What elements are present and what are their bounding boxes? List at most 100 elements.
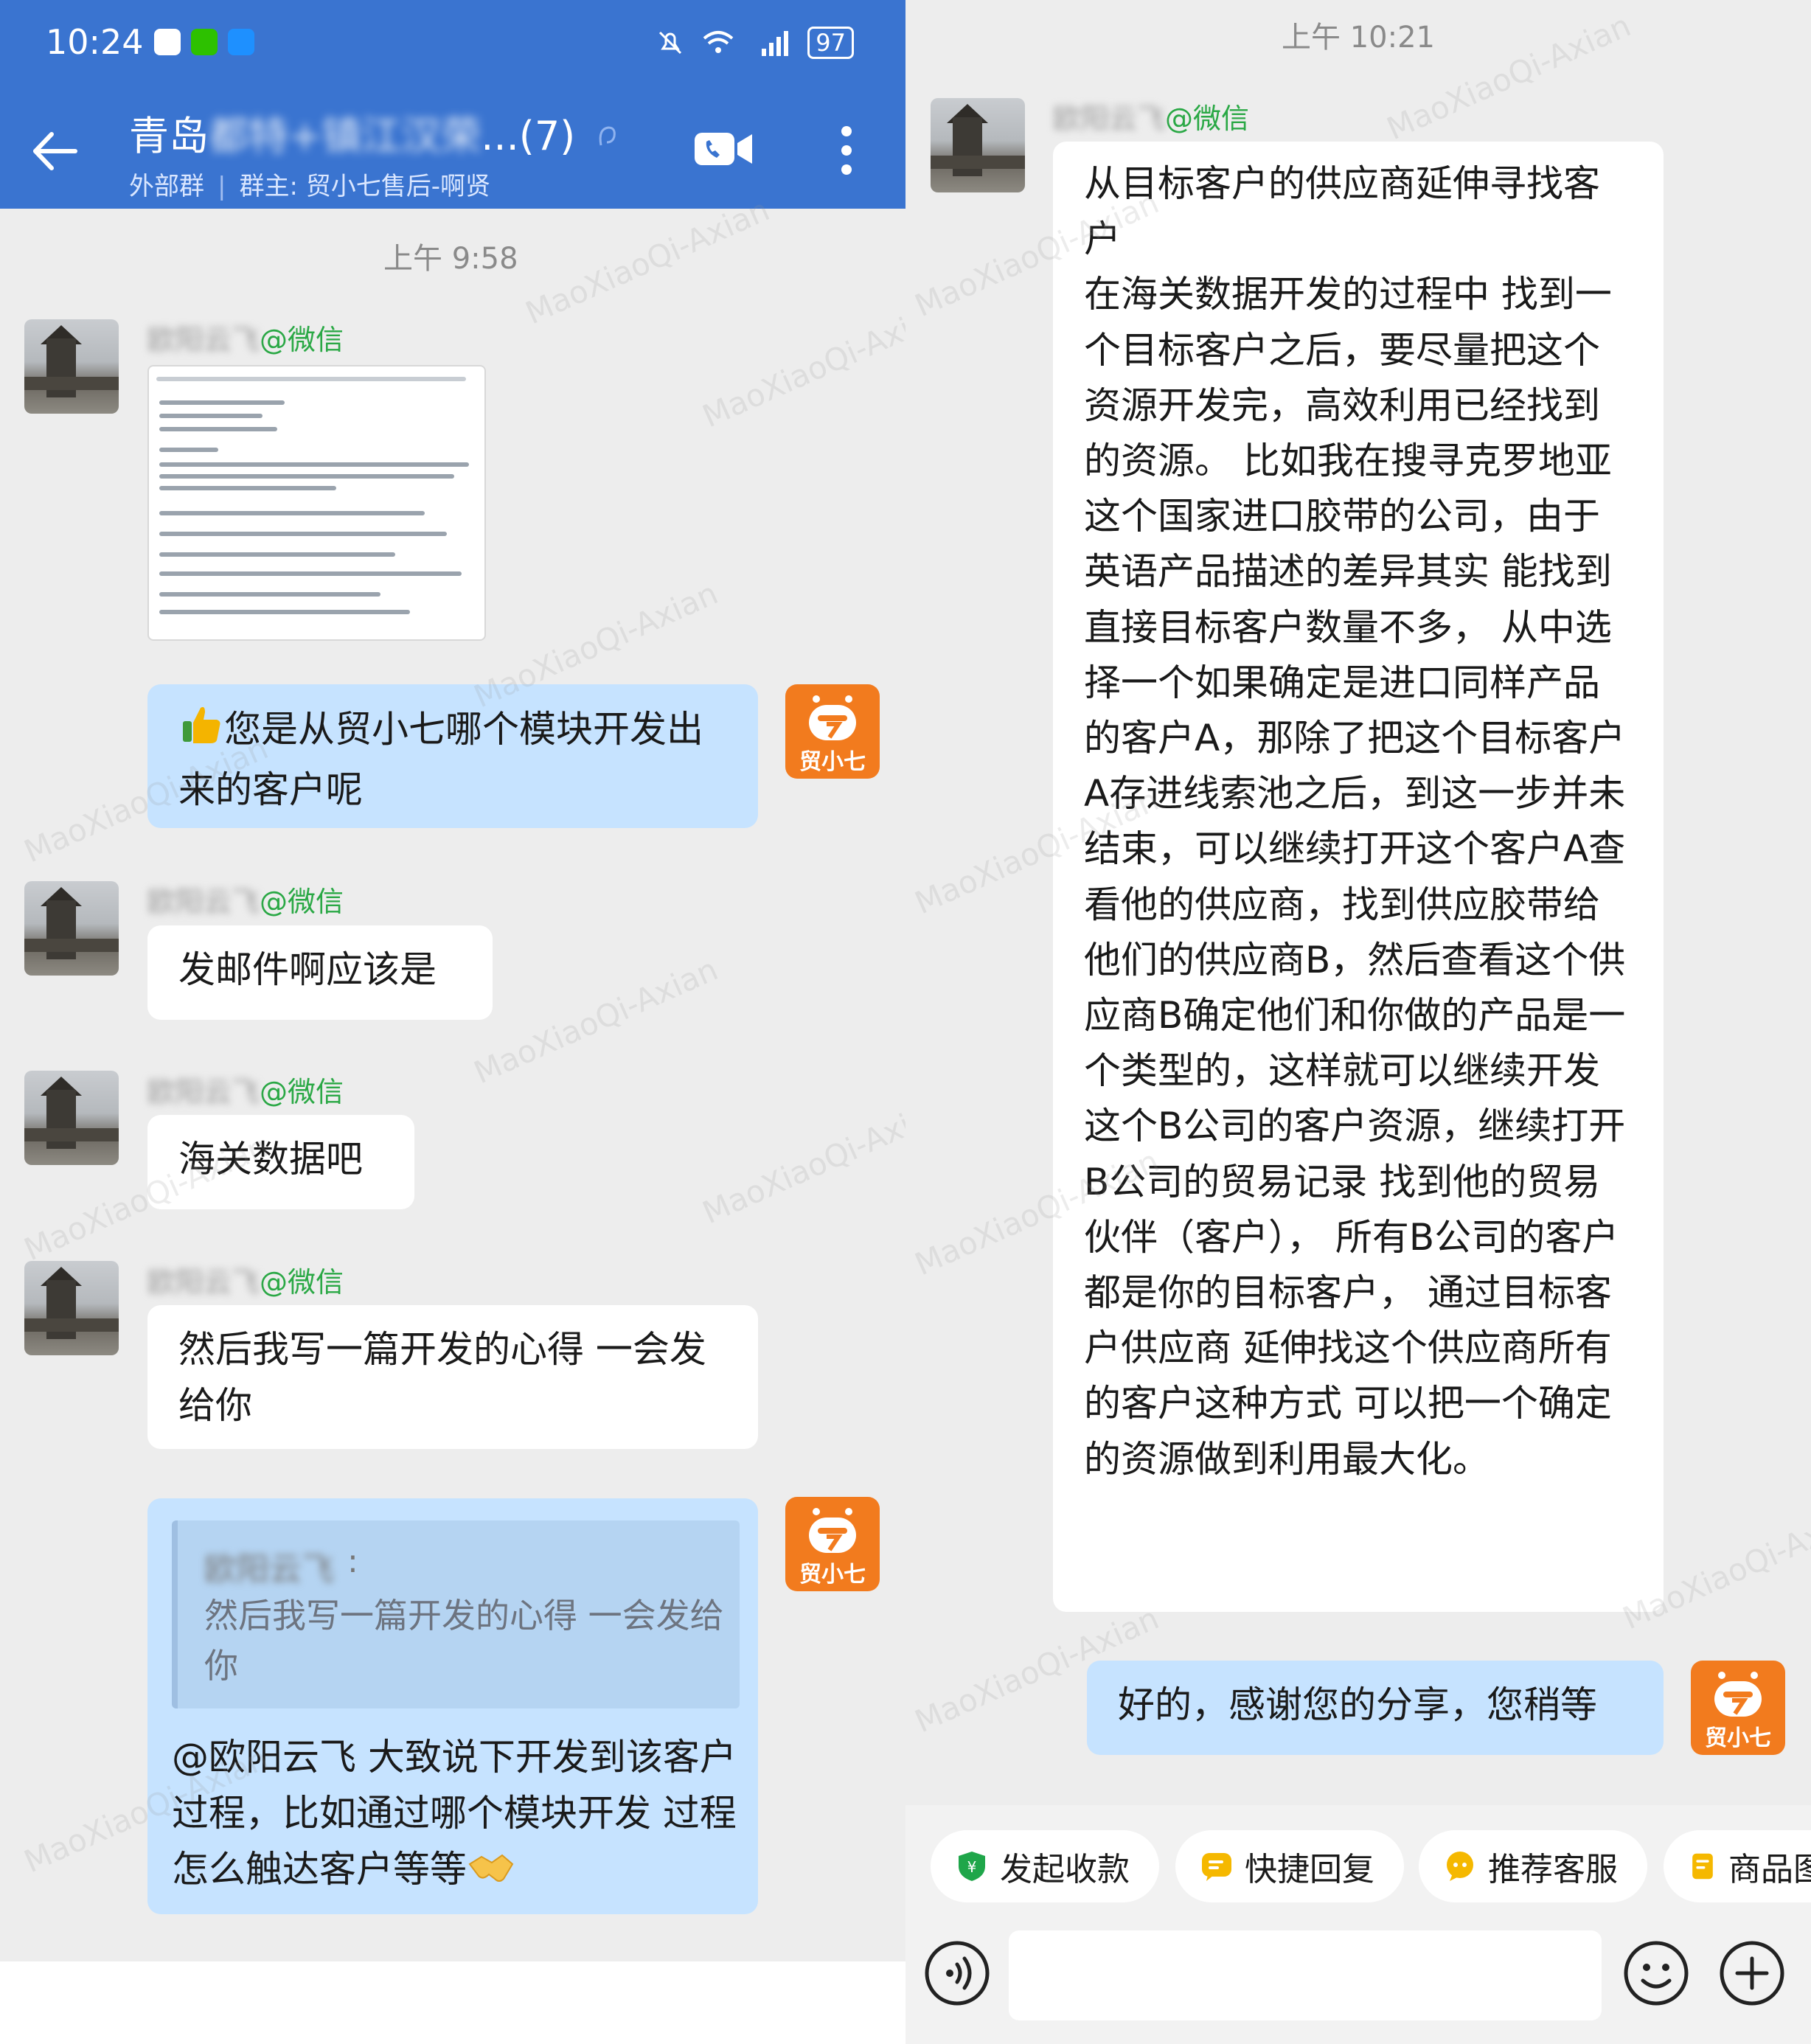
more-options-icon[interactable] xyxy=(832,124,861,177)
quoted-message[interactable]: 欧阳云飞 : 然后我写一篇开发的心得 一会发给你 xyxy=(172,1520,740,1708)
message-bubble[interactable]: 您是从贸小七哪个模块开发出来的客户呢 xyxy=(147,684,758,828)
timestamp: 上午 10:21 xyxy=(1282,21,1435,55)
message-text: 好的，感谢您的分享，您稍等 xyxy=(1118,1683,1597,1726)
watermark: MaoXiaoQi-Axian xyxy=(697,1091,906,1231)
ear-icon xyxy=(599,126,616,146)
mention-text: @欧阳云飞 xyxy=(172,1736,356,1779)
sender-label: 欧阳云飞@微信 xyxy=(147,317,344,358)
add-more-icon[interactable] xyxy=(1718,1939,1786,2007)
watermark: MaoXiaoQi-Axian xyxy=(520,191,775,332)
recommend-agent-icon xyxy=(1447,1852,1473,1881)
chip-label: 发起收款 xyxy=(1000,1851,1130,1888)
sender-name: 欧阳云飞 xyxy=(147,1266,260,1299)
message-text: 从目标客户的供应商延伸寻找客户 在海关数据开发的过程中 找到一个目标客户之后，要… xyxy=(1084,162,1626,1481)
sender-name: 欧阳云飞 xyxy=(1053,102,1166,135)
timestamp: 上午 9:58 xyxy=(383,242,518,276)
bot-label: 贸小七 xyxy=(799,1562,866,1588)
svg-text:¥: ¥ xyxy=(967,1858,977,1876)
title-blurred: 都特+镇江汉荣 xyxy=(209,113,482,159)
wechat-icon xyxy=(190,29,218,55)
chip-label: 快捷回复 xyxy=(1245,1851,1374,1888)
status-time: 10:24 xyxy=(46,22,144,62)
sender-tag: @微信 xyxy=(260,1266,344,1299)
wifi-icon xyxy=(703,31,734,53)
emoji-icon[interactable] xyxy=(1622,1939,1690,2007)
sender-label: 欧阳云飞@微信 xyxy=(147,879,344,920)
mention[interactable]: @欧阳云飞 xyxy=(172,1736,356,1779)
quick-reply-icon xyxy=(1202,1853,1231,1881)
sender-tag: @微信 xyxy=(260,886,344,918)
message-input[interactable] xyxy=(1009,1930,1602,2020)
reply-content: @欧阳云飞 大致说下开发到该客户过程，比如通过哪个模块开发 过程怎么触达客户等等 xyxy=(172,1729,740,1902)
bot-avatar[interactable]: 贸小七 xyxy=(785,684,880,779)
title-prefix: 青岛 xyxy=(129,113,209,159)
bot-avatar[interactable]: 贸小七 xyxy=(1691,1661,1785,1755)
weather-icon xyxy=(227,29,254,55)
signal-icon xyxy=(762,31,789,56)
mute-icon xyxy=(659,31,682,55)
divider: | xyxy=(218,172,226,201)
group-type: 外部群 xyxy=(129,172,204,201)
sender-name: 欧阳云飞 xyxy=(147,1076,260,1108)
message-bubble[interactable]: 发邮件啊应该是 xyxy=(147,925,493,1020)
status-bar: 10:24 xyxy=(46,22,254,62)
message-bubble[interactable]: 海关数据吧 xyxy=(147,1115,414,1209)
thumbs-up-icon xyxy=(178,701,224,762)
sender-label: 欧阳云飞@微信 xyxy=(147,1069,344,1110)
quote-text: 然后我写一篇开发的心得 一会发给你 xyxy=(204,1596,724,1686)
title-suffix: ...(7) xyxy=(481,113,576,159)
sender-tag: @微信 xyxy=(260,1076,344,1108)
sender-tag: @微信 xyxy=(1165,102,1250,135)
bottom-strip xyxy=(0,1961,906,2044)
quick-action-payment[interactable]: ¥ 发起收款 xyxy=(931,1830,1159,1902)
quick-action-recommend-agent[interactable]: 推荐客服 xyxy=(1419,1830,1647,1902)
message-text: 然后我写一篇开发的心得 一会发给你 xyxy=(178,1328,706,1427)
avatar[interactable] xyxy=(24,881,119,976)
back-arrow-icon[interactable] xyxy=(29,125,81,177)
robot-icon xyxy=(809,695,856,740)
chat-title[interactable]: 青岛都特+镇江汉荣...(7) xyxy=(129,103,617,161)
battery-indicator: 97 xyxy=(807,27,854,59)
sender-name: 欧阳云飞 xyxy=(147,886,260,918)
right-chat-panel: 上午 10:21 欧阳云飞@微信 从目标客户的供应商延伸寻找客户 在海关数据开发… xyxy=(906,0,1811,2044)
message-bubble[interactable]: 然后我写一篇开发的心得 一会发给你 xyxy=(147,1305,758,1449)
shared-document-image[interactable] xyxy=(147,365,486,641)
robot-icon xyxy=(1714,1672,1762,1717)
quick-action-quick-reply[interactable]: 快捷回复 xyxy=(1175,1830,1404,1902)
sender-name: 欧阳云飞 xyxy=(147,324,260,356)
avatar[interactable] xyxy=(24,1071,119,1165)
watermark: MaoXiaoQi-Axian xyxy=(697,294,906,435)
message-text: 海关数据吧 xyxy=(178,1138,363,1181)
quote-colon: : xyxy=(347,1543,358,1580)
avatar[interactable] xyxy=(24,1261,119,1355)
message-text: 发邮件啊应该是 xyxy=(178,948,437,991)
avatar[interactable] xyxy=(931,98,1025,192)
chat-subtitle: 外部群 | 群主: 贸小七售后-啊贤 xyxy=(129,166,490,202)
message-bubble[interactable]: 好的，感谢您的分享，您稍等 xyxy=(1087,1661,1664,1755)
handshake-icon xyxy=(467,1846,515,1902)
chip-label: 推荐客服 xyxy=(1488,1851,1618,1888)
quick-action-product-image[interactable]: 商品图 xyxy=(1664,1830,1811,1902)
chip-label: 商品图 xyxy=(1728,1851,1811,1888)
message-text: 您是从贸小七哪个模块开发出来的客户呢 xyxy=(178,708,703,811)
bot-label: 贸小七 xyxy=(799,749,866,775)
bot-avatar[interactable]: 贸小七 xyxy=(785,1497,880,1591)
video-call-icon[interactable] xyxy=(693,127,754,171)
robot-icon xyxy=(809,1508,856,1553)
voice-input-icon[interactable] xyxy=(923,1939,991,2007)
chat-header: 10:24 97 青岛都特+镇江汉荣...(7) 外部群 | 群主: 贸小七售后-啊… xyxy=(0,0,906,209)
sender-label: 欧阳云飞@微信 xyxy=(1053,96,1249,136)
bot-label: 贸小七 xyxy=(1705,1725,1771,1751)
left-chat-panel: 10:24 97 青岛都特+镇江汉荣...(7) 外部群 | 群主: 贸小七售后-啊… xyxy=(0,0,906,2044)
sender-tag: @微信 xyxy=(260,324,344,356)
product-image-icon xyxy=(1692,1853,1713,1880)
watermark: MaoXiaoQi-Axian xyxy=(468,950,723,1091)
group-owner: 群主: 贸小七售后-啊贤 xyxy=(239,172,490,201)
payment-shield-icon: ¥ xyxy=(959,1852,985,1881)
status-right: 97 xyxy=(656,27,854,59)
sender-label: 欧阳云飞@微信 xyxy=(147,1259,344,1300)
quote-sender-name: 欧阳云飞 xyxy=(204,1551,334,1588)
qq-icon xyxy=(153,29,181,55)
long-message-bubble[interactable]: 从目标客户的供应商延伸寻找客户 在海关数据开发的过程中 找到一个目标客户之后，要… xyxy=(1053,142,1664,1612)
avatar[interactable] xyxy=(24,319,119,414)
